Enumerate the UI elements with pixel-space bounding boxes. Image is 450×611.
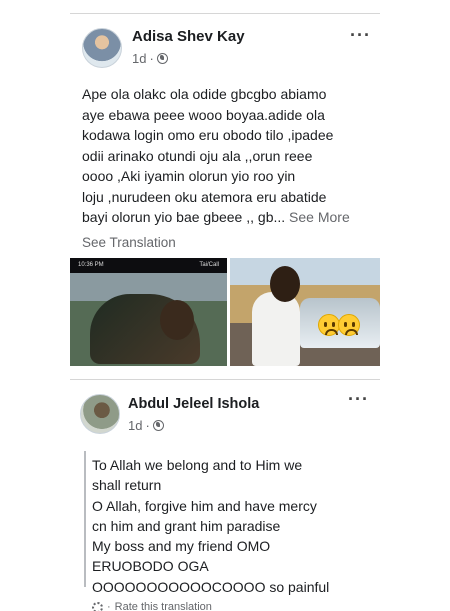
comment-author[interactable]: Abdul Jeleel Ishola xyxy=(128,396,259,412)
comment-time[interactable]: 1d xyxy=(128,418,142,433)
photo-person xyxy=(252,292,300,366)
more-options-icon[interactable]: ··· xyxy=(350,26,371,44)
avatar[interactable] xyxy=(82,28,122,68)
photo-head xyxy=(160,300,194,340)
post-body: Ape ola olakc ola odide gbcgbo abiamo ay… xyxy=(82,86,334,225)
emoji-overlay xyxy=(318,314,360,342)
see-translation-link[interactable]: See Translation xyxy=(82,235,176,250)
quote-bar xyxy=(84,451,86,587)
phone-status-bar: 10:36 PM Tai/Call xyxy=(70,258,227,271)
separator-dot: · xyxy=(145,418,150,433)
post-author[interactable]: Adisa Shev Kay xyxy=(132,28,245,45)
more-options-icon[interactable]: ··· xyxy=(348,390,369,408)
status-time: 10:36 PM xyxy=(78,261,104,268)
status-right: Tai/Call xyxy=(199,261,219,268)
separator-dot: · xyxy=(149,51,154,66)
comment-card: Abdul Jeleel Ishola 1d · ··· To Allah we… xyxy=(70,380,380,611)
post-time[interactable]: 1d xyxy=(132,51,146,66)
rate-translation[interactable]: · Rate this translation xyxy=(92,601,212,611)
photo-grid: 10:36 PM Tai/Call xyxy=(70,258,380,366)
photo-face xyxy=(270,266,300,302)
rate-translation-label[interactable]: Rate this translation xyxy=(115,601,212,611)
globe-icon xyxy=(152,420,164,431)
post-photo[interactable] xyxy=(230,258,380,366)
separator-dot: · xyxy=(107,601,111,611)
crying-face-icon xyxy=(338,314,360,336)
post-card: Adisa Shev Kay 1d · ··· Ape ola olakc ol… xyxy=(70,14,380,379)
post-photo[interactable]: 10:36 PM Tai/Call xyxy=(70,258,227,366)
globe-icon xyxy=(156,53,168,64)
comment-meta: 1d · xyxy=(128,418,164,433)
post-text: Ape ola olakc ola odide gbcgbo abiamo ay… xyxy=(82,84,382,228)
comment-text: To Allah we belong and to Him we shall r… xyxy=(92,457,330,595)
see-more-link[interactable]: See More xyxy=(289,209,350,225)
avatar[interactable] xyxy=(80,394,120,434)
crying-face-icon xyxy=(318,314,340,336)
gear-icon xyxy=(92,601,103,611)
post-meta: 1d · xyxy=(132,51,168,66)
